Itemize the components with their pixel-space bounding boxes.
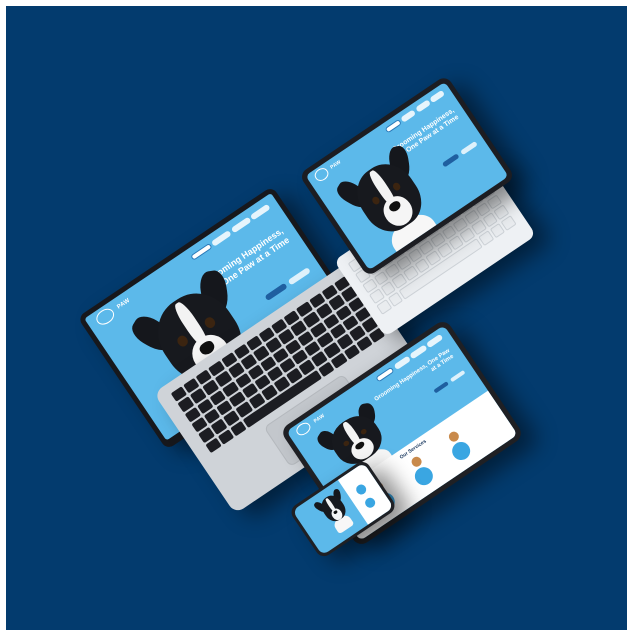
nav-item[interactable] (429, 89, 446, 104)
book-button[interactable] (432, 381, 449, 394)
book-button[interactable] (441, 153, 460, 168)
logo-icon (293, 420, 314, 439)
nav-item[interactable] (425, 333, 444, 349)
hero-buttons (441, 141, 478, 168)
brand-name: PAW (116, 297, 132, 311)
learn-more-button[interactable] (287, 267, 311, 286)
nav-item[interactable] (414, 99, 431, 113)
nav-item[interactable] (211, 230, 232, 247)
nav-item[interactable] (384, 118, 403, 134)
nav-item[interactable] (409, 344, 428, 360)
mockup-scene: PAW Grooming Happiness, One Paw at a Tim… (6, 6, 627, 630)
hero-buttons (432, 369, 465, 394)
nav-item[interactable] (250, 203, 271, 221)
logo-icon (93, 305, 117, 329)
nav-item[interactable] (393, 355, 411, 371)
nav-item[interactable] (400, 109, 417, 123)
learn-more-button[interactable] (459, 141, 478, 156)
service-card[interactable] (449, 438, 475, 464)
service-card[interactable] (354, 482, 369, 497)
brand-name: PAW (312, 412, 326, 425)
nav-item[interactable] (375, 366, 395, 383)
logo-icon (312, 166, 331, 184)
nav-item[interactable] (230, 217, 252, 234)
learn-more-button[interactable] (449, 369, 465, 383)
service-card[interactable] (411, 463, 437, 489)
service-card[interactable] (363, 495, 378, 510)
book-button[interactable] (264, 283, 288, 302)
brand-name: PAW (329, 159, 343, 171)
